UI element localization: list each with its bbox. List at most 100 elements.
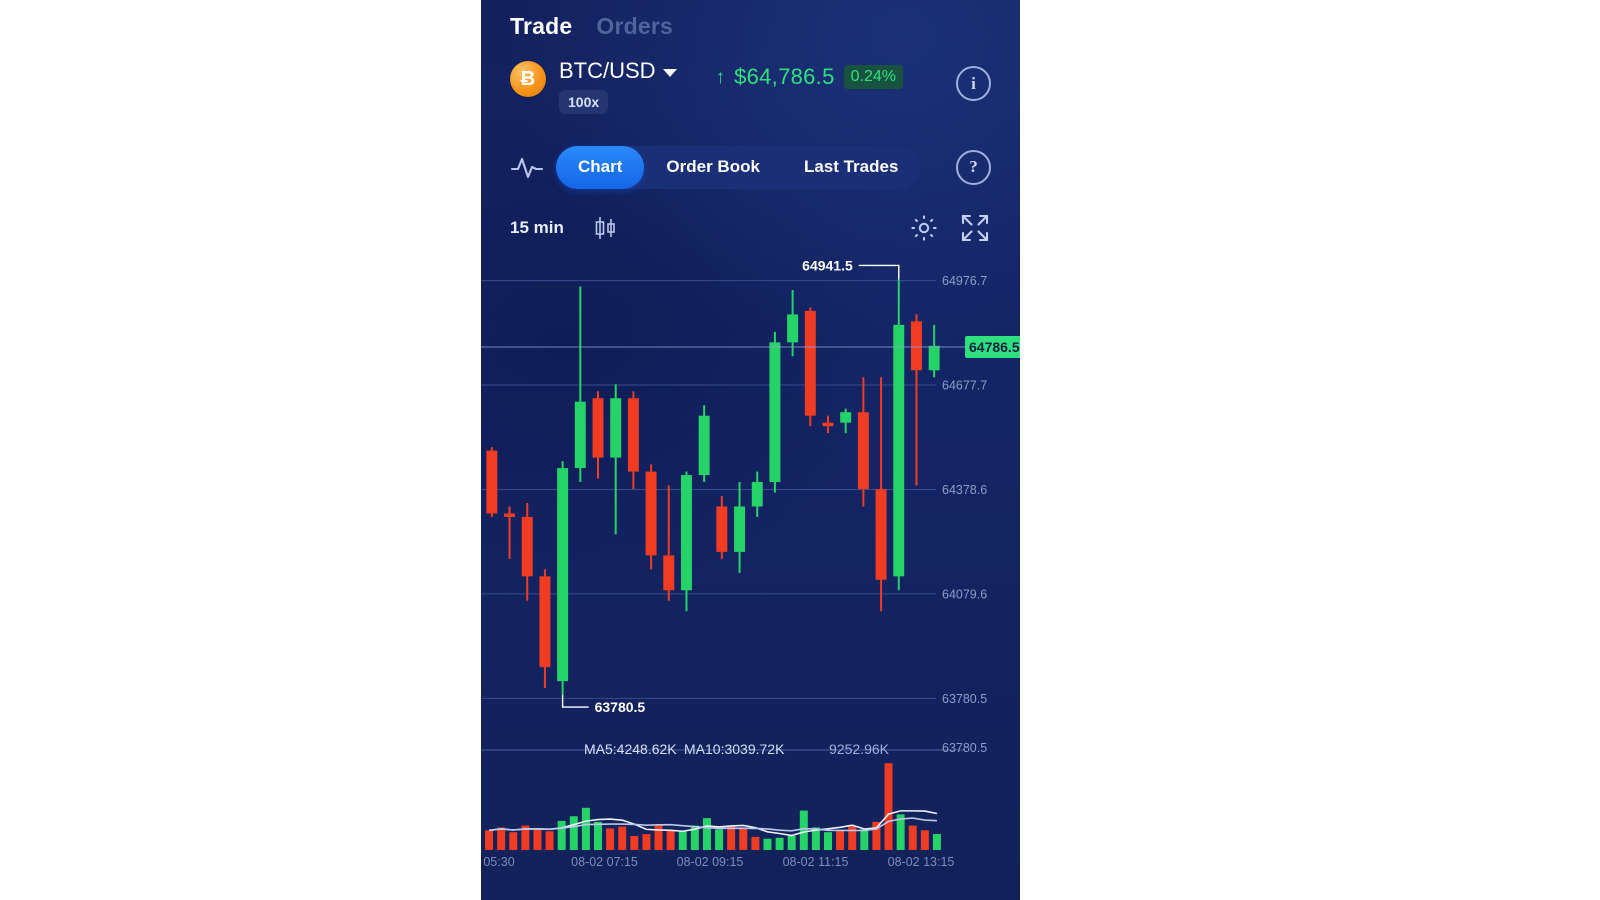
volume-bar [824,832,832,850]
volume-bar [594,821,602,850]
volume-bar [872,821,881,850]
candle [875,377,887,612]
current-price-label: $64,786.5 [734,64,835,89]
screenshot-canvas: Trade Orders Ƀ BTC/USD 100x ↑ $64,786.5 … [0,0,1600,900]
price-axis-label: 64378.6 [942,483,987,497]
candle [663,485,675,601]
tab-orders[interactable]: Orders [596,13,673,40]
bitcoin-icon: Ƀ [510,61,546,97]
view-tab-bar: Chart Order Book Last Trades ? [481,130,1020,198]
volume-bar [775,837,784,850]
ma10-label: MA10:3039.72K [684,741,785,757]
expand-icon[interactable] [959,212,991,244]
candle [557,461,569,696]
volume-bar [630,835,639,850]
volume-bar [509,832,518,850]
volume-bar [533,829,542,850]
pair-selector[interactable]: BTC/USD [559,58,677,84]
candle [840,408,852,434]
svg-text:64941.5: 64941.5 [802,258,853,273]
price-axis-label: 64677.7 [942,379,987,393]
candle [928,324,940,378]
chart-toolbar: 15 min [481,198,1020,258]
volume-bar [787,835,796,850]
pair-header: Ƀ BTC/USD 100x ↑ $64,786.5 0.24% i [481,46,1020,130]
volume-bar [799,810,808,850]
candle [645,464,657,570]
volume-bar [618,826,627,850]
interval-selector[interactable]: 15 min [510,218,564,238]
tab-last-trades[interactable]: Last Trades [782,146,921,189]
time-axis-label: 08-02 07:15 [571,855,638,869]
volume-bar [932,834,941,850]
candlestick-icon[interactable] [590,213,620,243]
price-up-arrow-icon: ↑ [715,66,726,88]
volume-bar [739,828,748,850]
candle [910,314,922,486]
volume-bar [606,828,615,850]
time-axis-label: 08-02 11:15 [783,855,849,869]
volume-peak-label: 9252.96K [829,741,890,757]
price-block: ↑ $64,786.5 0.24% [715,64,904,90]
volume-bar [545,831,554,850]
pair-info: BTC/USD 100x [559,58,677,114]
volume-bar [836,830,845,850]
volume-bar [557,820,566,850]
trading-app-panel: Trade Orders Ƀ BTC/USD 100x ↑ $64,786.5 … [481,0,1020,900]
volume-bar [751,836,760,850]
help-icon[interactable]: ? [956,149,991,185]
candle [539,569,551,689]
current-price-badge: 64786.5 [965,336,1020,359]
gear-icon[interactable] [909,213,939,243]
volume-bar [763,838,772,850]
chevron-down-icon[interactable] [662,68,677,77]
volume-bar [666,830,675,850]
candle [680,471,692,612]
candle [610,384,622,535]
tab-chart[interactable]: Chart [556,145,645,189]
change-percent-badge: 0.24% [843,65,904,89]
candle [574,286,586,483]
candle [504,506,516,559]
volume-bar [485,830,494,850]
volume-bar [715,829,724,850]
tab-order-book[interactable]: Order Book [644,146,782,189]
chart-toolbar-right [909,212,991,244]
price-chart[interactable]: 64976.7 64677.7 64378.6 64079.6 63780.5 64941… [481,258,1020,870]
volume-bar [860,829,869,850]
ma5-label: MA5:4248.62K [584,741,677,757]
volume-bar [642,834,651,850]
volume-bar [569,816,578,850]
candle [893,279,905,591]
time-axis-label: 08-02 09:15 [677,855,744,869]
candle [787,289,799,357]
volume-bar [654,824,663,850]
svg-text:63780.5: 63780.5 [595,699,646,715]
volume-bar [727,825,736,850]
candle [751,471,763,517]
volume-bar [581,807,590,850]
candlestick-chart-svg[interactable]: 64976.7 64677.7 64378.6 64079.6 63780.5 64941… [481,258,1020,870]
candle [857,377,869,507]
high-annotation: 64941.5 [802,258,900,280]
indicator-pulse-icon[interactable] [510,152,544,182]
volume-bar [497,827,506,850]
candle [822,415,834,434]
volume-baseline-label: 63780.5 [942,741,987,755]
leverage-badge[interactable]: 100x [559,90,609,114]
svg-text:64786.5: 64786.5 [969,339,1020,355]
candle [698,405,710,483]
top-tab-bar: Trade Orders [481,0,1020,46]
candle [521,502,533,601]
volume-bar [702,818,711,850]
candle [716,496,728,559]
candle [734,482,746,573]
volume-bar [848,825,857,850]
candle [804,307,816,427]
volume-ma5-line [488,810,938,837]
time-axis-label: 05:30 [483,855,514,869]
chart-view-segments: Chart Order Book Last Trades [556,145,921,189]
info-icon[interactable]: i [956,66,991,101]
tab-trade[interactable]: Trade [510,13,572,40]
volume-bar [678,831,687,850]
